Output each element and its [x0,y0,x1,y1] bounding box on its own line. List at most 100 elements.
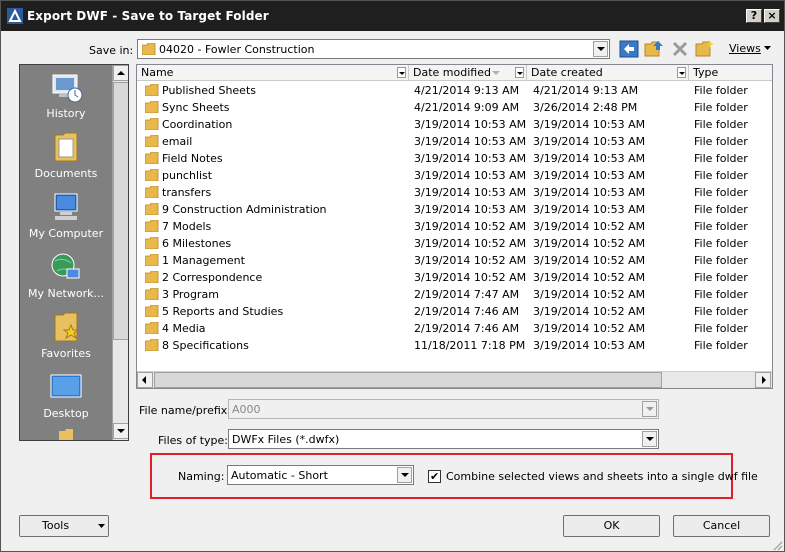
file-type: File folder [694,118,748,131]
file-name: 3 Program [162,288,219,301]
place-history[interactable]: History [20,71,112,120]
places-scrollbar[interactable] [112,65,128,440]
tools-label: Tools [42,519,70,532]
file-row[interactable]: 9 Construction Administration 3/19/2014 1… [137,201,772,218]
file-date-modified: 3/19/2014 10:53 AM [414,203,527,216]
file-row[interactable]: 8 Specifications 11/18/2011 7:18 PM 3/19/2… [137,337,772,354]
column-filter-date-created[interactable] [677,67,686,78]
place-my-computer[interactable]: My Computer [20,191,112,240]
delete-icon[interactable] [670,39,690,59]
tools-button[interactable]: Tools [19,515,109,537]
file-date-modified: 3/19/2014 10:53 AM [414,135,527,148]
file-type: File folder [694,169,748,182]
file-row[interactable]: email 3/19/2014 10:53 AM 3/19/2014 10:53 A… [137,133,772,150]
views-dropdown-icon[interactable] [764,46,771,51]
file-row[interactable]: 4 Media 2/19/2014 7:46 AM 3/19/2014 10:52 … [137,320,772,337]
file-name: 2 Correspondence [162,271,263,284]
combine-checkbox[interactable]: ✔ [428,470,441,483]
file-name: 9 Construction Administration [162,203,327,216]
file-row[interactable]: Published Sheets 4/21/2014 9:13 AM 4/21/20… [137,82,772,99]
files-of-type-value: DWFx Files (*.dwfx) [232,433,340,446]
naming-label: Naming: [178,470,225,483]
file-date-modified: 3/19/2014 10:52 AM [414,271,527,284]
scroll-left-button[interactable] [137,372,153,388]
file-row[interactable]: Coordination 3/19/2014 10:53 AM 3/19/2014 … [137,116,772,133]
ok-button[interactable]: OK [563,515,660,537]
files-of-type-label: Files of type: [158,434,229,447]
column-header-type[interactable]: Type [689,65,772,81]
file-row[interactable]: 3 Program 2/19/2014 7:47 AM 3/19/2014 10:5… [137,286,772,303]
place-label-documents: Documents [34,167,98,180]
save-in-dropdown-button[interactable] [593,41,608,57]
scroll-up-button[interactable] [113,65,128,81]
resize-grip-icon[interactable] [771,539,783,551]
folder-icon [145,322,159,334]
back-icon[interactable] [619,39,639,59]
file-row[interactable]: Sync Sheets 4/21/2014 9:09 AM 3/26/2014 2:… [137,99,772,116]
column-header-date-created[interactable]: Date created [527,65,689,81]
file-date-created: 3/19/2014 10:52 AM [533,322,646,335]
place-favorites[interactable]: Favorites [20,311,112,360]
close-button[interactable]: × [764,9,780,23]
file-row[interactable]: transfers 3/19/2014 10:53 AM 3/19/2014 10:… [137,184,772,201]
file-date-created: 3/19/2014 10:52 AM [533,305,646,318]
file-type: File folder [694,322,748,335]
place-label-favorites: Favorites [41,347,91,360]
up-one-level-icon[interactable] [644,39,664,59]
place-my-network[interactable]: My Network... [20,251,112,300]
file-name: email [162,135,193,148]
places-scroll-thumb[interactable] [113,82,128,340]
folder-icon [145,288,159,300]
window-title: Export DWF - Save to Target Folder [27,9,269,23]
file-name: 4 Media [162,322,206,335]
export-dwf-dialog: Export DWF - Save to Target Folder ? × S… [0,0,785,552]
file-type: File folder [694,203,748,216]
column-filter-name[interactable] [397,67,406,78]
files-of-type-combobox[interactable]: DWFx Files (*.dwfx) [228,429,659,449]
computer-icon [54,193,78,220]
file-row[interactable]: 1 Management 3/19/2014 10:52 AM 3/19/2014 … [137,252,772,269]
file-list-scroll-thumb[interactable] [154,372,662,388]
file-row[interactable]: punchlist 3/19/2014 10:53 AM 3/19/2014 10:… [137,167,772,184]
folder-icon [145,305,159,317]
file-type: File folder [694,305,748,318]
naming-combobox[interactable]: Automatic - Short [227,465,414,485]
files-of-type-dropdown-button[interactable] [642,431,657,447]
file-type: File folder [694,101,748,114]
file-name: 5 Reports and Studies [162,305,284,318]
file-name: 6 Milestones [162,237,232,250]
scroll-down-button[interactable] [113,423,128,439]
file-row[interactable]: Field Notes 3/19/2014 10:53 AM 3/19/2014 1… [137,150,772,167]
file-row[interactable]: 6 Milestones 3/19/2014 10:52 AM 3/19/2014 … [137,235,772,252]
file-date-created: 3/26/2014 2:48 PM [533,101,638,114]
place-documents[interactable]: Documents [20,131,112,180]
column-header-name[interactable]: Name [137,65,409,81]
file-row[interactable]: 2 Correspondence 3/19/2014 10:52 AM 3/19/2… [137,269,772,286]
file-row[interactable]: 5 Reports and Studies 2/19/2014 7:46 AM 3/… [137,303,772,320]
new-folder-icon[interactable] [695,39,715,59]
folder-icon [145,220,159,232]
folder-icon [145,101,159,113]
file-name-dropdown-button[interactable] [642,401,657,417]
file-list-hscrollbar[interactable] [137,371,772,388]
folder-icon [145,186,159,198]
save-in-combobox[interactable]: 04020 - Fowler Construction [137,39,610,59]
file-list[interactable]: Name Date modified Date created Type Pub… [136,64,773,389]
file-name-combobox[interactable]: A000 [228,399,659,419]
place-label-my-network: My Network... [28,287,104,300]
views-menu[interactable]: Views [729,42,761,55]
help-button[interactable]: ? [746,9,762,23]
file-date-created: 3/19/2014 10:53 AM [533,203,646,216]
file-name: transfers [162,186,212,199]
file-type: File folder [694,186,748,199]
place-desktop[interactable]: Desktop [20,371,112,420]
file-row[interactable]: 7 Models 3/19/2014 10:52 AM 3/19/2014 10:5… [137,218,772,235]
cancel-button[interactable]: Cancel [673,515,770,537]
documents-icon [54,132,78,162]
naming-dropdown-button[interactable] [397,467,412,483]
scroll-right-button[interactable] [755,372,771,388]
tools-dropdown-icon [98,524,105,528]
file-date-created: 3/19/2014 10:52 AM [533,288,646,301]
column-filter-date-modified[interactable] [515,67,524,78]
column-header-date-modified[interactable]: Date modified [409,65,527,81]
